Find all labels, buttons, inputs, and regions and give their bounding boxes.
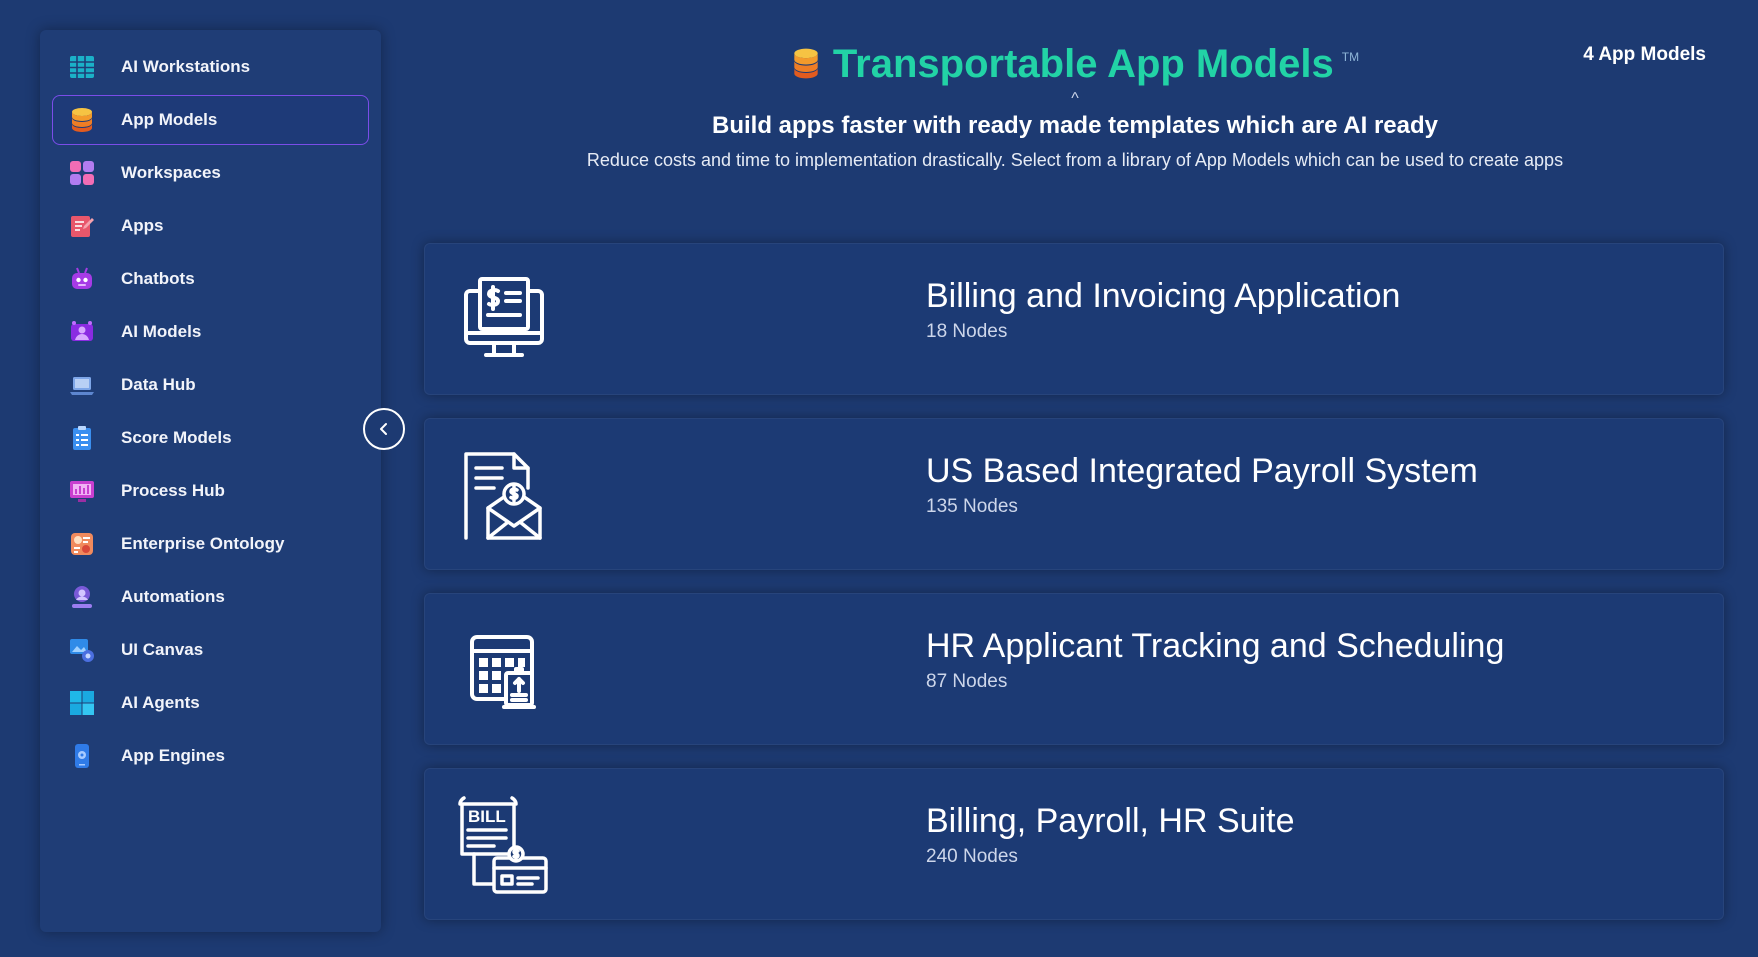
sidebar-item-enterprise-ontology[interactable]: Enterprise Ontology: [52, 519, 369, 569]
trademark-mark: TM: [1341, 50, 1360, 64]
sidebar-item-label: AI Workstations: [121, 57, 251, 76]
sidebar-item-label: Data Hub: [121, 375, 196, 394]
sidebar-item-automations[interactable]: Automations: [52, 572, 369, 622]
sidebar-item-label: AI Agents: [121, 693, 200, 712]
sidebar-item-workspaces[interactable]: Workspaces: [52, 148, 369, 198]
app-model-title: US Based Integrated Payroll System: [926, 452, 1478, 490]
app-model-node-count: 240 Nodes: [926, 846, 1018, 867]
svg-text:BILL: BILL: [468, 807, 506, 826]
app-model-title: Billing and Invoicing Application: [926, 277, 1401, 315]
bill-suite-icon: BILL: [454, 796, 554, 896]
page-title: Transportable App Models: [832, 41, 1334, 86]
page-header: Transportable App Models TM ^ Build apps…: [420, 36, 1730, 171]
automation-user-icon: [67, 582, 97, 612]
app-model-list: Billing and Invoicing Application 18 Nod…: [424, 243, 1724, 943]
canvas-gear-icon: [67, 635, 97, 665]
app-model-node-count: 18 Nodes: [926, 321, 1008, 342]
sidebar-collapse-button[interactable]: [363, 408, 405, 450]
ontology-icon: [67, 529, 97, 559]
sidebar-item-app-models[interactable]: App Models: [52, 95, 369, 145]
sidebar-item-label: Workspaces: [121, 163, 221, 182]
database-stack-icon: [791, 47, 821, 81]
sidebar-item-ai-workstations[interactable]: AI Workstations: [52, 42, 369, 92]
sidebar-item-process-hub[interactable]: Process Hub: [52, 466, 369, 516]
app-model-node-count: 87 Nodes: [926, 671, 1008, 692]
app-model-title: HR Applicant Tracking and Scheduling: [926, 627, 1505, 665]
engine-device-icon: [67, 741, 97, 771]
monitor-chart-icon: [67, 476, 97, 506]
laptop-icon: [67, 370, 97, 400]
sidebar-item-label: Process Hub: [121, 481, 225, 500]
payroll-envelope-icon: [454, 446, 554, 546]
sidebar-item-label: Enterprise Ontology: [121, 534, 285, 553]
sidebar-item-apps[interactable]: Apps: [52, 201, 369, 251]
windows-grid-icon: [67, 688, 97, 718]
billing-monitor-icon: [454, 271, 554, 371]
sidebar-item-label: AI Models: [121, 322, 202, 341]
database-stack-icon: [67, 105, 97, 135]
sidebar: AI Workstations App Models Workspaces Ap…: [40, 30, 381, 932]
sidebar-item-data-hub[interactable]: Data Hub: [52, 360, 369, 410]
four-squares-icon: [67, 158, 97, 188]
sidebar-item-score-models[interactable]: Score Models: [52, 413, 369, 463]
sidebar-item-ai-agents[interactable]: AI Agents: [52, 678, 369, 728]
page-description: Reduce costs and time to implementation …: [586, 150, 1564, 170]
app-model-card[interactable]: US Based Integrated Payroll System 135 N…: [424, 418, 1724, 570]
app-model-node-count: 135 Nodes: [926, 496, 1018, 517]
collapse-caret[interactable]: ^: [420, 91, 1730, 107]
sidebar-item-chatbots[interactable]: Chatbots: [52, 254, 369, 304]
calendar-clipboard-icon: [454, 621, 554, 721]
sidebar-item-ai-models[interactable]: AI Models: [52, 307, 369, 357]
sidebar-item-label: App Engines: [121, 746, 225, 765]
chevron-left-icon: [377, 422, 391, 436]
app-model-card[interactable]: HR Applicant Tracking and Scheduling 87 …: [424, 593, 1724, 745]
sidebar-item-ui-canvas[interactable]: UI Canvas: [52, 625, 369, 675]
sidebar-item-label: Score Models: [121, 428, 232, 447]
sidebar-item-label: Apps: [121, 216, 164, 235]
sidebar-item-label: UI Canvas: [121, 640, 204, 659]
clipboard-list-icon: [67, 423, 97, 453]
page-subtitle: Build apps faster with ready made templa…: [711, 112, 1438, 139]
title-row: Transportable App Models TM: [420, 36, 1730, 92]
notepad-edit-icon: [67, 211, 97, 241]
sidebar-item-label: Chatbots: [121, 269, 195, 288]
ai-model-icon: [67, 317, 97, 347]
app-models-count: 4 App Models: [1583, 44, 1706, 65]
sidebar-item-label: App Models: [121, 110, 218, 129]
app-model-title: Billing, Payroll, HR Suite: [926, 802, 1295, 840]
app-model-card[interactable]: Billing and Invoicing Application 18 Nod…: [424, 243, 1724, 395]
sidebar-item-label: Automations: [121, 587, 225, 606]
table-grid-icon: [67, 52, 97, 82]
app-model-card[interactable]: BILL Billing, Payroll, HR Suite 240 Node…: [424, 768, 1724, 920]
sidebar-item-app-engines[interactable]: App Engines: [52, 731, 369, 781]
robot-icon: [67, 264, 97, 294]
